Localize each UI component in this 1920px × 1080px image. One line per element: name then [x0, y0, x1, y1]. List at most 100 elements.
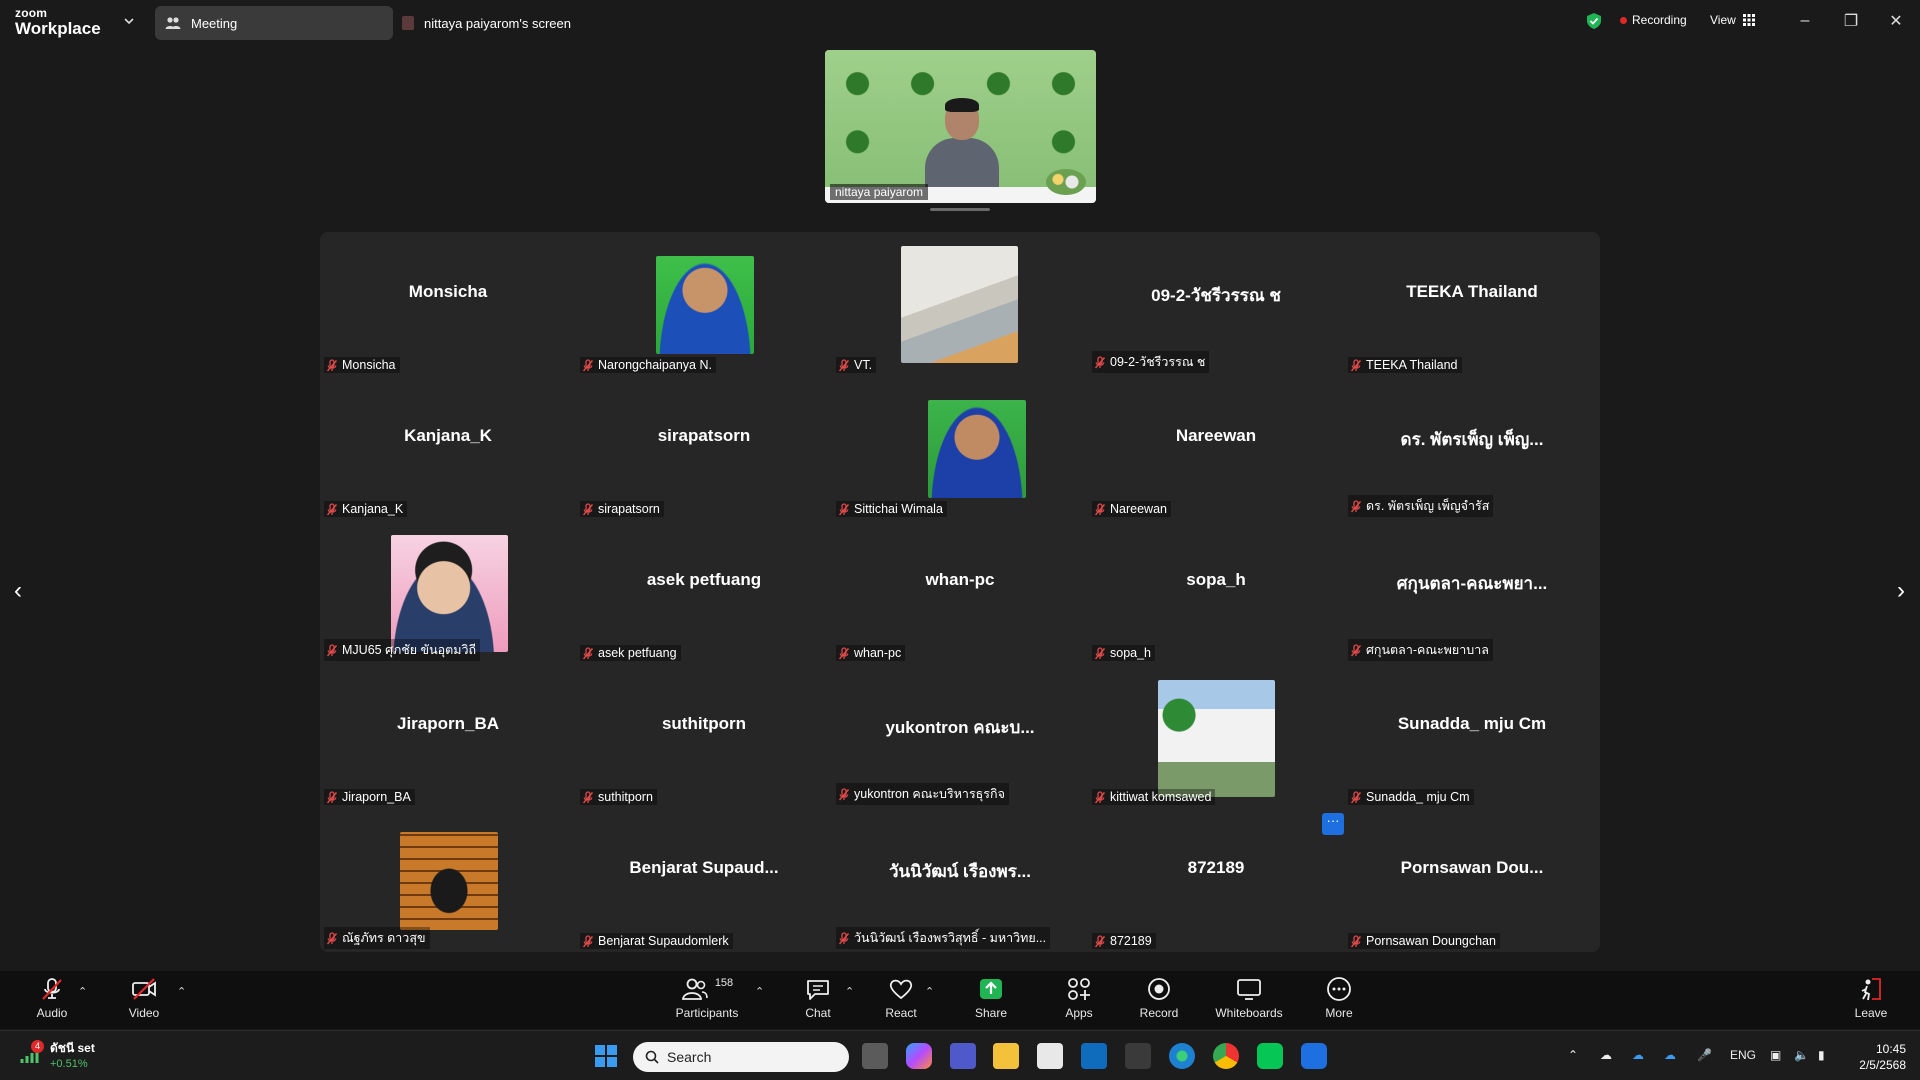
display-icon[interactable]: ▣	[1770, 1048, 1781, 1062]
video-options-caret-icon[interactable]: ⌃	[177, 985, 186, 998]
chat-bubble-icon	[807, 980, 829, 1000]
participant-name: วันนิวัฒน์ เรืองพรวิสุทธิ์ - มหาวิทย...	[854, 931, 1047, 945]
security-shield-icon[interactable]	[1586, 12, 1602, 30]
brand-small: zoom	[15, 6, 48, 20]
microsoft-store-icon[interactable]	[1037, 1043, 1063, 1069]
chevron-down-icon[interactable]	[122, 14, 136, 28]
teams-icon[interactable]	[950, 1043, 976, 1069]
avatar-green-photo	[656, 256, 754, 354]
tab-meeting[interactable]: Meeting	[155, 6, 393, 40]
participant-display-name: asek petfuang	[646, 570, 762, 589]
participants-button[interactable]: 158 Participants	[672, 975, 742, 1027]
file-explorer-icon[interactable]	[993, 1043, 1019, 1069]
participant-tile[interactable]: yukontron คณะบ... yukontron คณะบริหารธุรก…	[832, 664, 1088, 808]
participant-name: asek petfuang	[598, 646, 677, 660]
active-speaker-video[interactable]: nittaya paiyarom	[825, 50, 1096, 203]
participant-tile[interactable]: asek petfuang asek petfuang	[576, 520, 832, 664]
participant-display-name: suthitporn	[661, 714, 747, 733]
close-icon[interactable]: ✕	[1884, 10, 1908, 32]
network-cloud-icon[interactable]: ☁	[1664, 1048, 1676, 1062]
participant-tile[interactable]: ดร. พัตรเพ็ญ เพ็ญ... ดร. พัตรเพ็ญ เพ็ญจำร…	[1344, 376, 1600, 520]
microphone-muted-icon	[1350, 934, 1362, 947]
participant-tile[interactable]: Nareewan Nareewan	[1088, 376, 1344, 520]
chat-button[interactable]: Chat	[800, 975, 836, 1027]
onedrive-cloud-icon[interactable]: ☁	[1600, 1048, 1612, 1062]
participant-name: Pornsawan Doungchan	[1366, 934, 1496, 948]
restore-icon[interactable]: ❐	[1839, 10, 1863, 32]
next-page-icon[interactable]: ›	[1889, 577, 1913, 604]
participant-tile[interactable]: Sittichai Wimala	[832, 376, 1088, 520]
participant-tile[interactable]: Pornsawan Dou... Pornsawan Doungchan	[1344, 808, 1600, 952]
participant-tile[interactable]: Kanjana_K Kanjana_K	[320, 376, 576, 520]
view-button[interactable]: View	[1710, 13, 1755, 27]
audio-options-caret-icon[interactable]: ⌃	[78, 985, 87, 998]
previous-page-icon[interactable]: ‹	[6, 577, 30, 604]
participant-tile[interactable]: Monsicha Monsicha	[320, 232, 576, 376]
battery-icon[interactable]: ▮	[1818, 1048, 1825, 1062]
participant-tile[interactable]: ณัฐภัทร ดาวสุข	[320, 808, 576, 952]
show-hidden-icons[interactable]: ⌃	[1568, 1048, 1578, 1062]
participant-display-name: Jiraporn_BA	[396, 714, 500, 733]
edge-browser-icon[interactable]	[1169, 1043, 1195, 1069]
tab-shared-screen[interactable]: nittaya paiyarom's screen	[402, 6, 571, 40]
react-options-caret-icon[interactable]: ⌃	[925, 985, 934, 998]
participant-name: ณัฐภัทร ดาวสุข	[342, 931, 426, 945]
share-button[interactable]: Share	[973, 975, 1009, 1027]
windows-start-icon[interactable]	[593, 1043, 619, 1069]
audio-button[interactable]: Audio	[34, 975, 70, 1027]
minimize-icon[interactable]: –	[1793, 10, 1817, 32]
copilot-icon[interactable]	[906, 1043, 932, 1069]
chat-options-caret-icon[interactable]: ⌃	[845, 985, 854, 998]
participant-tile[interactable]: Benjarat Supaud... Benjarat Supaudomlerk	[576, 808, 832, 952]
participant-name: Monsicha	[342, 358, 396, 372]
speaker-resize-handle[interactable]	[930, 208, 990, 211]
participant-tile[interactable]: ศกุนตลา-คณะพยา... ศกุนตลา-คณะพยาบาล	[1344, 520, 1600, 664]
onedrive-blue-icon[interactable]: ☁	[1632, 1048, 1644, 1062]
apps-button[interactable]: Apps	[1061, 975, 1097, 1027]
participant-tile[interactable]: Narongchaipanya N.	[576, 232, 832, 376]
volume-icon[interactable]: 🔈	[1794, 1048, 1809, 1062]
participant-tile[interactable]: วันนิวัฒน์ เรืองพร... วันนิวัฒน์ เรืองพรว…	[832, 808, 1088, 952]
record-button[interactable]: Record	[1139, 975, 1179, 1027]
video-button[interactable]: Video	[126, 975, 162, 1027]
microphone-tray-icon[interactable]: 🎤	[1697, 1048, 1712, 1062]
participants-options-caret-icon[interactable]: ⌃	[755, 985, 764, 998]
stock-widget[interactable]: 4 ดัชนี set +0.51%	[20, 1039, 95, 1070]
tile-more-options-button[interactable]: ···	[1322, 813, 1344, 835]
zoom-workplace-logo[interactable]: zoom Workplace	[15, 7, 101, 37]
game-app-icon[interactable]	[1125, 1043, 1151, 1069]
participant-tile[interactable]: MJU65 ศุภชัย ขันอุตมวิถี	[320, 520, 576, 664]
line-app-icon[interactable]	[1257, 1043, 1283, 1069]
participant-display-name: TEEKA Thailand	[1406, 282, 1538, 301]
participant-tile[interactable]: whan-pc whan-pc	[832, 520, 1088, 664]
language-indicator[interactable]: ENG	[1730, 1048, 1756, 1062]
participant-tile[interactable]: kittiwat komsawed	[1088, 664, 1344, 808]
participant-tile[interactable]: Sunadda_ mju Cm Sunadda_ mju Cm	[1344, 664, 1600, 808]
view-label: View	[1710, 13, 1736, 27]
more-button[interactable]: More	[1321, 975, 1357, 1027]
participant-tile[interactable]: TEEKA Thailand TEEKA Thailand	[1344, 232, 1600, 376]
participant-tile[interactable]: sirapatsorn sirapatsorn	[576, 376, 832, 520]
whiteboards-button[interactable]: Whiteboards	[1213, 975, 1285, 1027]
clock-date: 2/5/2568	[1859, 1058, 1906, 1072]
participant-name: TEEKA Thailand	[1366, 358, 1458, 372]
leave-button[interactable]: Leave	[1853, 975, 1889, 1027]
recording-indicator[interactable]: Recording	[1620, 13, 1687, 27]
participant-tile[interactable]: 09-2-วัชรีวรรณ ช 09-2-วัชรีวรรณ ช	[1088, 232, 1344, 376]
participant-tile[interactable]: 872189 872189	[1088, 808, 1344, 952]
zoom-app-icon[interactable]	[1301, 1043, 1327, 1069]
participant-name: VT.	[854, 358, 873, 372]
participant-name: ศกุนตลา-คณะพยาบาล	[1366, 643, 1489, 657]
participant-tile[interactable]: Jiraporn_BA Jiraporn_BA	[320, 664, 576, 808]
chrome-browser-icon[interactable]	[1213, 1043, 1239, 1069]
participant-display-name: yukontron คณะบ...	[885, 718, 1035, 737]
taskbar-search-input[interactable]: Search	[633, 1042, 849, 1072]
meeting-icon	[165, 17, 181, 29]
participant-tile[interactable]: suthitporn suthitporn	[576, 664, 832, 808]
react-button[interactable]: React	[883, 975, 919, 1027]
participant-tile[interactable]: VT.	[832, 232, 1088, 376]
participant-tile[interactable]: sopa_h sopa_h	[1088, 520, 1344, 664]
outlook-icon[interactable]	[1081, 1043, 1107, 1069]
task-view-icon[interactable]	[862, 1043, 888, 1069]
taskbar-clock[interactable]: 10:45 2/5/2568	[1859, 1041, 1906, 1073]
